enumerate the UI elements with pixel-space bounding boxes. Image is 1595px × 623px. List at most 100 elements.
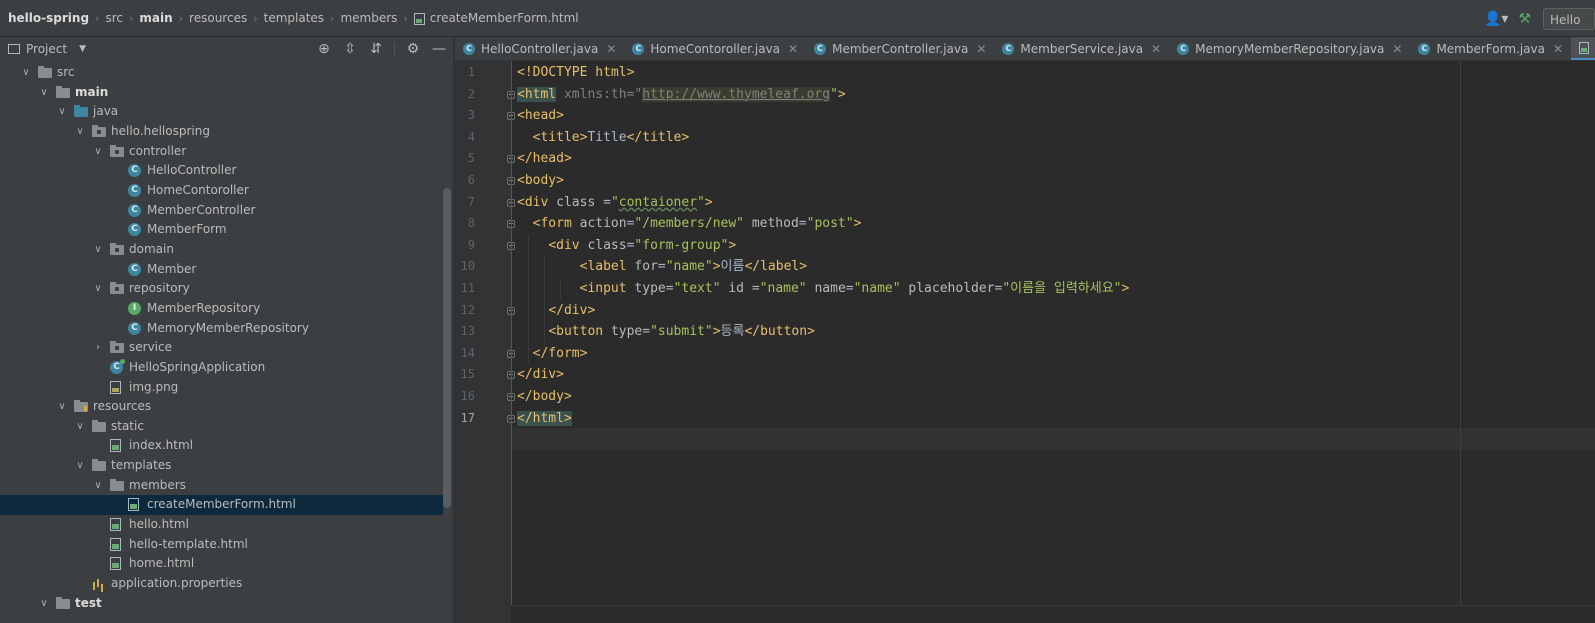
tree-item[interactable]: ∨ java xyxy=(0,102,443,122)
tree-item-label: main xyxy=(75,84,109,99)
chevron-down-icon[interactable]: ∨ xyxy=(92,142,104,162)
chevron-down-icon[interactable]: ∨ xyxy=(20,63,32,83)
close-icon[interactable]: ✕ xyxy=(1392,42,1402,56)
right-margin-guide xyxy=(1460,61,1461,605)
code-line[interactable]: <div class ="contaioner"> xyxy=(517,192,713,214)
chevron-down-icon[interactable]: ▼ xyxy=(79,44,86,54)
tree-item[interactable]: ∨ controller xyxy=(0,142,443,162)
tree-item-label: java xyxy=(93,104,119,119)
tree-item[interactable]: HelloSpringApplication xyxy=(0,358,443,378)
editor-tab[interactable]: HomeContoroller.java ✕ xyxy=(624,37,806,60)
breadcrumb-item[interactable]: hello-spring xyxy=(8,11,89,25)
run-configuration-selector[interactable]: Hello xyxy=(1543,7,1595,30)
close-icon[interactable]: ✕ xyxy=(788,42,798,56)
collapse-all-icon[interactable]: ⇵ xyxy=(368,41,384,57)
close-icon[interactable]: ✕ xyxy=(1151,42,1161,56)
tree-item[interactable]: HomeContoroller xyxy=(0,181,443,201)
code-line[interactable]: <!DOCTYPE html> xyxy=(517,62,634,84)
chevron-down-icon[interactable]: ∨ xyxy=(38,83,50,103)
breadcrumb-current-file[interactable]: createMemberForm.html xyxy=(430,11,579,25)
tree-item[interactable]: hello-template.html xyxy=(0,535,443,555)
tree-item[interactable]: index.html xyxy=(0,436,443,456)
tree-item[interactable]: img.png xyxy=(0,378,443,398)
line-number-gutter[interactable]: 1 2 3 4 5 6 7 8 9 10 11 12 13 14 15 16 17 xyxy=(455,61,515,623)
code-line[interactable]: <button type="submit">등록</button> xyxy=(517,321,815,343)
code-line[interactable]: <body> xyxy=(517,170,564,192)
tree-item[interactable]: Member xyxy=(0,260,443,280)
code-line[interactable]: </head> xyxy=(517,148,572,170)
chevron-down-icon[interactable]: ∨ xyxy=(56,102,68,122)
editor-tab[interactable]: MemberForm.java ✕ xyxy=(1410,37,1571,60)
close-icon[interactable]: ✕ xyxy=(976,42,986,56)
tree-item[interactable]: createMemberForm.html xyxy=(0,495,443,516)
tree-item[interactable]: MemberRepository xyxy=(0,299,443,319)
hide-panel-icon[interactable]: — xyxy=(431,41,447,57)
chevron-down-icon[interactable]: ∨ xyxy=(92,476,104,496)
tree-item[interactable]: home.html xyxy=(0,554,443,574)
code-line[interactable]: <html xmlns:th="http://www.thymeleaf.org… xyxy=(517,84,846,106)
locate-file-icon[interactable]: ⊕ xyxy=(316,41,332,57)
tree-item[interactable]: ∨ src xyxy=(0,63,443,83)
user-icon[interactable]: 👤▾ xyxy=(1484,11,1508,27)
code-editor[interactable]: 1 2 3 4 5 6 7 8 9 10 11 12 13 14 15 16 17 <!DOCTYPE html… xyxy=(455,61,1595,623)
tree-item[interactable]: HelloController xyxy=(0,161,443,181)
line-number: 6 xyxy=(467,173,475,187)
breadcrumb-item[interactable]: resources xyxy=(189,11,247,25)
tree-item-label: Member xyxy=(147,261,197,276)
code-line[interactable]: <input type="text" id ="name" name="name… xyxy=(517,278,1130,300)
tree-item[interactable]: MemberForm xyxy=(0,220,443,240)
project-scrollbar[interactable] xyxy=(443,188,451,508)
close-icon[interactable]: ✕ xyxy=(606,42,616,56)
expand-all-icon[interactable]: ⇳ xyxy=(342,41,358,57)
breadcrumb-item[interactable]: src xyxy=(105,11,123,25)
editor-tab[interactable]: MemoryMemberRepository.java ✕ xyxy=(1169,37,1410,60)
tree-item[interactable]: › service xyxy=(0,338,443,358)
code-line[interactable]: </body> xyxy=(517,386,572,408)
chevron-down-icon[interactable]: ∨ xyxy=(74,456,86,476)
breadcrumb-item[interactable]: main xyxy=(139,11,172,25)
code-line[interactable]: <div class="form-group"> xyxy=(517,235,736,257)
chevron-down-icon[interactable]: ∨ xyxy=(56,397,68,417)
code-line[interactable]: </html> xyxy=(517,408,572,430)
editor-tab[interactable]: MemberController.java ✕ xyxy=(806,37,994,60)
breadcrumb-item[interactable]: templates xyxy=(264,11,324,25)
breadcrumb-item[interactable]: members xyxy=(340,11,397,25)
code-line[interactable]: <head> xyxy=(517,105,564,127)
tree-item[interactable]: ∨ domain xyxy=(0,240,443,260)
tree-item[interactable]: ∨ hello.hellospring xyxy=(0,122,443,142)
code-line[interactable]: <form action="/members/new" method="post… xyxy=(517,213,862,235)
project-title[interactable]: Project xyxy=(26,42,67,56)
editor-tab[interactable]: HelloController.java ✕ xyxy=(455,37,624,60)
chevron-down-icon[interactable]: ∨ xyxy=(38,594,50,614)
code-line[interactable]: </div> xyxy=(517,364,564,386)
tree-item[interactable]: application.properties xyxy=(0,574,443,594)
tree-item[interactable]: ∨ templates xyxy=(0,456,443,476)
tree-item[interactable]: ∨ main xyxy=(0,83,443,103)
code-line[interactable]: <title>Title</title> xyxy=(517,127,690,149)
code-line[interactable]: <label for="name">이름</label> xyxy=(517,256,807,278)
tree-item[interactable]: ∨ static xyxy=(0,417,443,437)
code-token: > xyxy=(712,324,721,340)
editor-tab[interactable]: MemberService.java ✕ xyxy=(994,37,1169,60)
code-token: type xyxy=(610,324,643,340)
tree-item[interactable]: ∨ resources xyxy=(0,397,443,417)
tree-item[interactable]: hello.html xyxy=(0,515,443,535)
tree-item[interactable]: ∨ members xyxy=(0,476,443,496)
code-token: name xyxy=(806,281,846,296)
tree-item[interactable]: ∨ test xyxy=(0,594,443,614)
chevron-right-icon[interactable]: › xyxy=(92,338,104,358)
editor-tab[interactable]: createMemberForm.html xyxy=(1571,37,1595,60)
build-hammer-icon[interactable]: ⚒ xyxy=(1518,11,1531,27)
close-icon[interactable]: ✕ xyxy=(1553,42,1563,56)
chevron-down-icon[interactable]: ∨ xyxy=(92,240,104,260)
tree-item[interactable]: MemberController xyxy=(0,201,443,221)
tree-item[interactable]: ∨ repository xyxy=(0,279,443,299)
chevron-down-icon[interactable]: ∨ xyxy=(74,417,86,437)
chevron-down-icon[interactable]: ∨ xyxy=(74,122,86,142)
code-token: > xyxy=(853,216,862,232)
tree-item[interactable]: MemoryMemberRepository xyxy=(0,319,443,339)
gear-icon[interactable]: ⚙ xyxy=(405,41,421,57)
chevron-down-icon[interactable]: ∨ xyxy=(92,279,104,299)
